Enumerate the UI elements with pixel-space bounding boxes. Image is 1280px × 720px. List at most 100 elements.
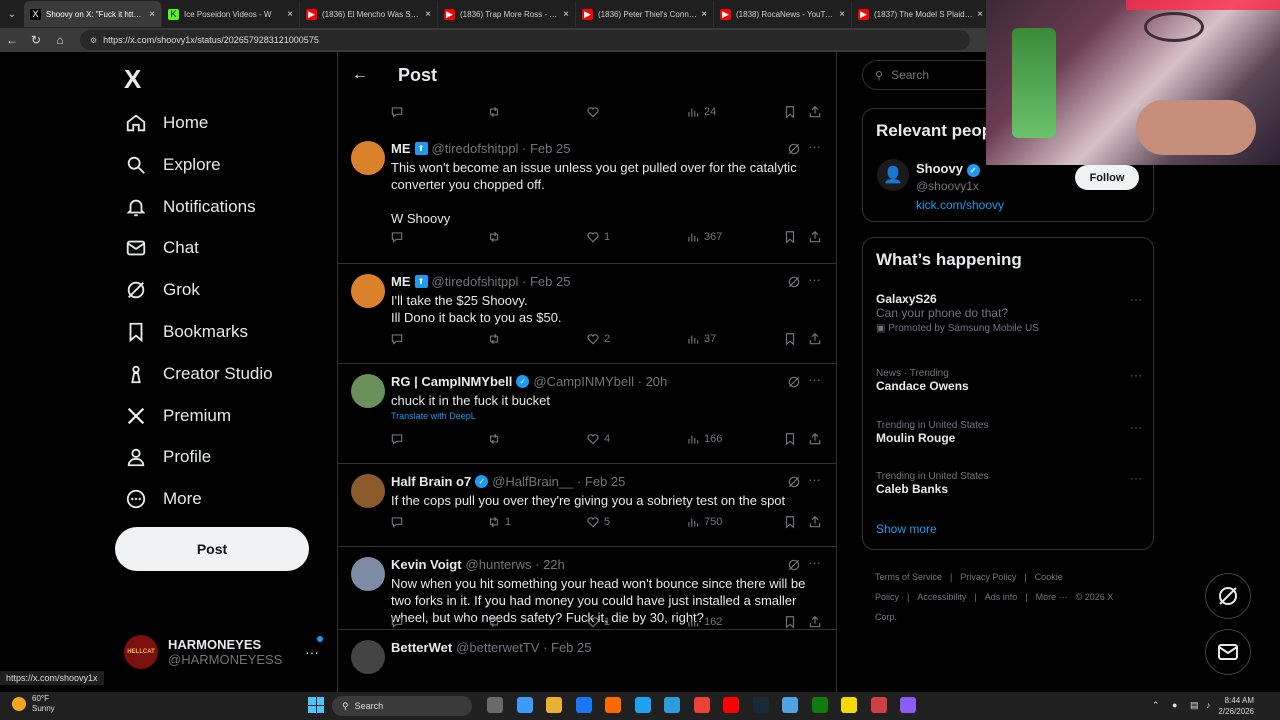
show-more-link[interactable]: Show more	[876, 522, 937, 536]
bookmark-button[interactable]	[783, 432, 797, 446]
more-dots-icon[interactable]: ···	[1130, 471, 1142, 485]
more-dots-icon[interactable]: ···	[1130, 368, 1142, 382]
reply-button[interactable]	[390, 230, 408, 244]
avatar[interactable]	[351, 141, 385, 175]
xbox-icon[interactable]	[811, 697, 828, 713]
grok-fab[interactable]	[1205, 573, 1251, 619]
trend-item[interactable]: News · Trending Candace Owens ···	[876, 368, 1142, 393]
reload-icon[interactable]: ↻	[24, 33, 48, 47]
calculator-icon[interactable]	[664, 697, 680, 713]
timestamp[interactable]: 22h	[543, 557, 565, 572]
repost-button[interactable]	[487, 230, 505, 244]
youtube-icon[interactable]	[723, 697, 739, 713]
bookmark-button[interactable]	[783, 230, 797, 244]
close-icon[interactable]: ×	[839, 9, 845, 20]
tweet[interactable]: Half Brain o7 ✓ @HalfBrain__ · Feb 25 ··· If…	[338, 464, 836, 547]
views-button[interactable]: 37	[686, 332, 716, 346]
browser-tab[interactable]: ▶ (1837) The Model S Plaid W ×	[852, 1, 990, 27]
share-button[interactable]	[808, 230, 822, 244]
user-name[interactable]: Shoovy ✓	[916, 161, 984, 177]
bookmark-button[interactable]	[783, 615, 797, 629]
grok-explain-icon[interactable]	[787, 142, 801, 156]
nav-item-premium[interactable]: Premium	[124, 401, 231, 431]
volume-icon[interactable]: ♪	[1206, 700, 1211, 710]
close-icon[interactable]: ×	[287, 9, 293, 20]
follow-button[interactable]: Follow	[1075, 165, 1139, 190]
share-button[interactable]	[808, 615, 822, 629]
share-button[interactable]	[808, 432, 822, 446]
browser-tab[interactable]: X Shoovy on X: "Fuck it https:/×	[24, 1, 162, 27]
grok-explain-icon[interactable]	[787, 558, 801, 572]
like-button[interactable]: 5	[586, 515, 610, 529]
views-button[interactable]: 367	[686, 230, 722, 244]
author-name[interactable]: RG | CampINMYbell	[391, 374, 512, 389]
views-button[interactable]: 166	[686, 432, 722, 446]
browser-tab[interactable]: ▶ (1838) RocaNews - YouTube ×	[714, 1, 852, 27]
more-dots-icon[interactable]: ···	[808, 372, 821, 387]
author-name[interactable]: Half Brain o7	[391, 474, 471, 489]
translate-link[interactable]: Translate with DeepL	[391, 411, 476, 421]
nav-item-chat[interactable]: Chat	[124, 233, 199, 263]
more-dots-icon[interactable]: ···	[808, 472, 821, 487]
close-icon[interactable]: ×	[425, 9, 431, 20]
windows-start-icon[interactable]	[308, 697, 324, 713]
repost-button[interactable]	[487, 432, 505, 446]
footer-link[interactable]: Privacy Policy	[960, 572, 1016, 582]
nav-item-explore[interactable]: Explore	[124, 150, 221, 180]
avatar[interactable]	[351, 557, 385, 591]
timestamp[interactable]: Feb 25	[530, 141, 570, 156]
taskbar-search[interactable]: ⚲ Search	[332, 696, 472, 716]
grok-explain-icon[interactable]	[787, 375, 801, 389]
like-button[interactable]: 4	[586, 432, 610, 446]
browser-tab[interactable]: ▶ (1836) Trap More Ross - You ×	[438, 1, 576, 27]
browser-tab[interactable]: ▶ (1836) El Mencho Was Set U ×	[300, 1, 438, 27]
edge-icon[interactable]	[634, 697, 651, 713]
amazon-icon[interactable]	[605, 697, 621, 713]
home-browser-icon[interactable]: ⌂	[48, 33, 72, 47]
footer-link[interactable]: Ads info	[985, 592, 1018, 602]
grok-explain-icon[interactable]	[787, 475, 801, 489]
share-button[interactable]	[808, 105, 822, 119]
reply-button[interactable]	[390, 105, 404, 119]
tab-search-icon[interactable]: ⌄	[0, 0, 24, 28]
steam-icon[interactable]	[752, 697, 769, 713]
timestamp[interactable]: 20h	[646, 374, 668, 389]
avatar[interactable]	[351, 474, 385, 508]
reply-button[interactable]	[390, 615, 408, 629]
footer-link[interactable]: Accessibility	[917, 592, 966, 602]
author-name[interactable]: ME	[391, 274, 411, 289]
share-button[interactable]	[808, 332, 822, 346]
footer-link[interactable]: More ···	[1036, 592, 1068, 602]
task-view-icon[interactable]	[487, 697, 503, 713]
nav-item-notifications[interactable]: Notifications	[124, 192, 256, 222]
views-button[interactable]: 24	[686, 105, 716, 119]
bookmark-button[interactable]	[783, 105, 797, 119]
views-button[interactable]: 162	[686, 615, 722, 629]
author-name[interactable]: Kevin Voigt	[391, 557, 462, 572]
footer-link[interactable]: Terms of Service	[875, 572, 942, 582]
mic-icon[interactable]: ●	[1172, 700, 1177, 710]
reply-button[interactable]	[390, 515, 408, 529]
repost-button[interactable]	[487, 332, 505, 346]
more-dots-icon[interactable]: ···	[808, 139, 821, 154]
browser-tab[interactable]: K Ice Poseidon Videos - W ×	[162, 1, 300, 27]
bookmark-button[interactable]	[783, 515, 797, 529]
close-icon[interactable]: ×	[701, 9, 707, 20]
timestamp[interactable]: Feb 25	[585, 474, 625, 489]
author-name[interactable]: BetterWet	[391, 640, 452, 655]
author-handle[interactable]: @tiredofshitppl	[432, 274, 519, 289]
trend-item[interactable]: Trending in United States Moulin Rouge ···	[876, 420, 1142, 445]
repost-button[interactable]	[487, 615, 505, 629]
timestamp[interactable]: Feb 25	[530, 274, 570, 289]
copilot-icon[interactable]	[516, 697, 533, 713]
repost-button[interactable]	[487, 105, 501, 119]
browser-tab[interactable]: ▶ (1836) Peter Thiel's Connect ×	[576, 1, 714, 27]
post-button[interactable]: Post	[115, 527, 309, 571]
site-info-icon[interactable]: ⚙	[90, 36, 97, 45]
facebook-icon[interactable]	[575, 697, 592, 713]
trend-item[interactable]: GalaxyS26 Can your phone do that? ▣ Promot…	[876, 292, 1142, 334]
more-dots-icon[interactable]: ···	[808, 272, 821, 287]
like-button[interactable]: 1	[586, 615, 610, 629]
author-handle[interactable]: @hunterws	[466, 557, 532, 572]
network-icon[interactable]: ▤	[1190, 700, 1199, 711]
